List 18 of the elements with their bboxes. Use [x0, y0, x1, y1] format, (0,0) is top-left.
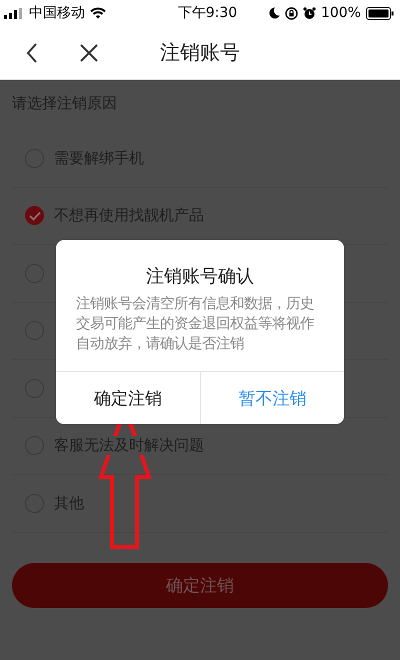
signal-icon	[4, 8, 24, 18]
page-title: 注销账号	[159, 39, 241, 66]
alarm-icon	[302, 6, 316, 20]
dialog-message: 注销账号会清空所有信息和数据，历史交易可能产生的资金退回权益等将视作自动放弃，请确认是否注销	[75, 295, 315, 354]
check-icon	[28, 210, 40, 221]
confirm-cancel-button[interactable]: 确定注销	[12, 562, 388, 608]
close-icon[interactable]	[80, 44, 98, 62]
radio-button[interactable]	[25, 206, 44, 226]
back-icon[interactable]	[26, 42, 38, 62]
battery-percent: 100%	[320, 5, 361, 21]
rotation-lock-icon	[284, 6, 298, 20]
status-time: 下午9:30	[178, 4, 238, 22]
wifi-icon	[90, 7, 106, 19]
keep-account-button[interactable]: 暂不注销	[200, 372, 344, 424]
battery-icon	[366, 6, 394, 20]
carrier-name: 中国移动	[29, 4, 85, 22]
moon-icon	[268, 7, 280, 19]
dialog-title: 注销账号确认	[145, 265, 255, 288]
